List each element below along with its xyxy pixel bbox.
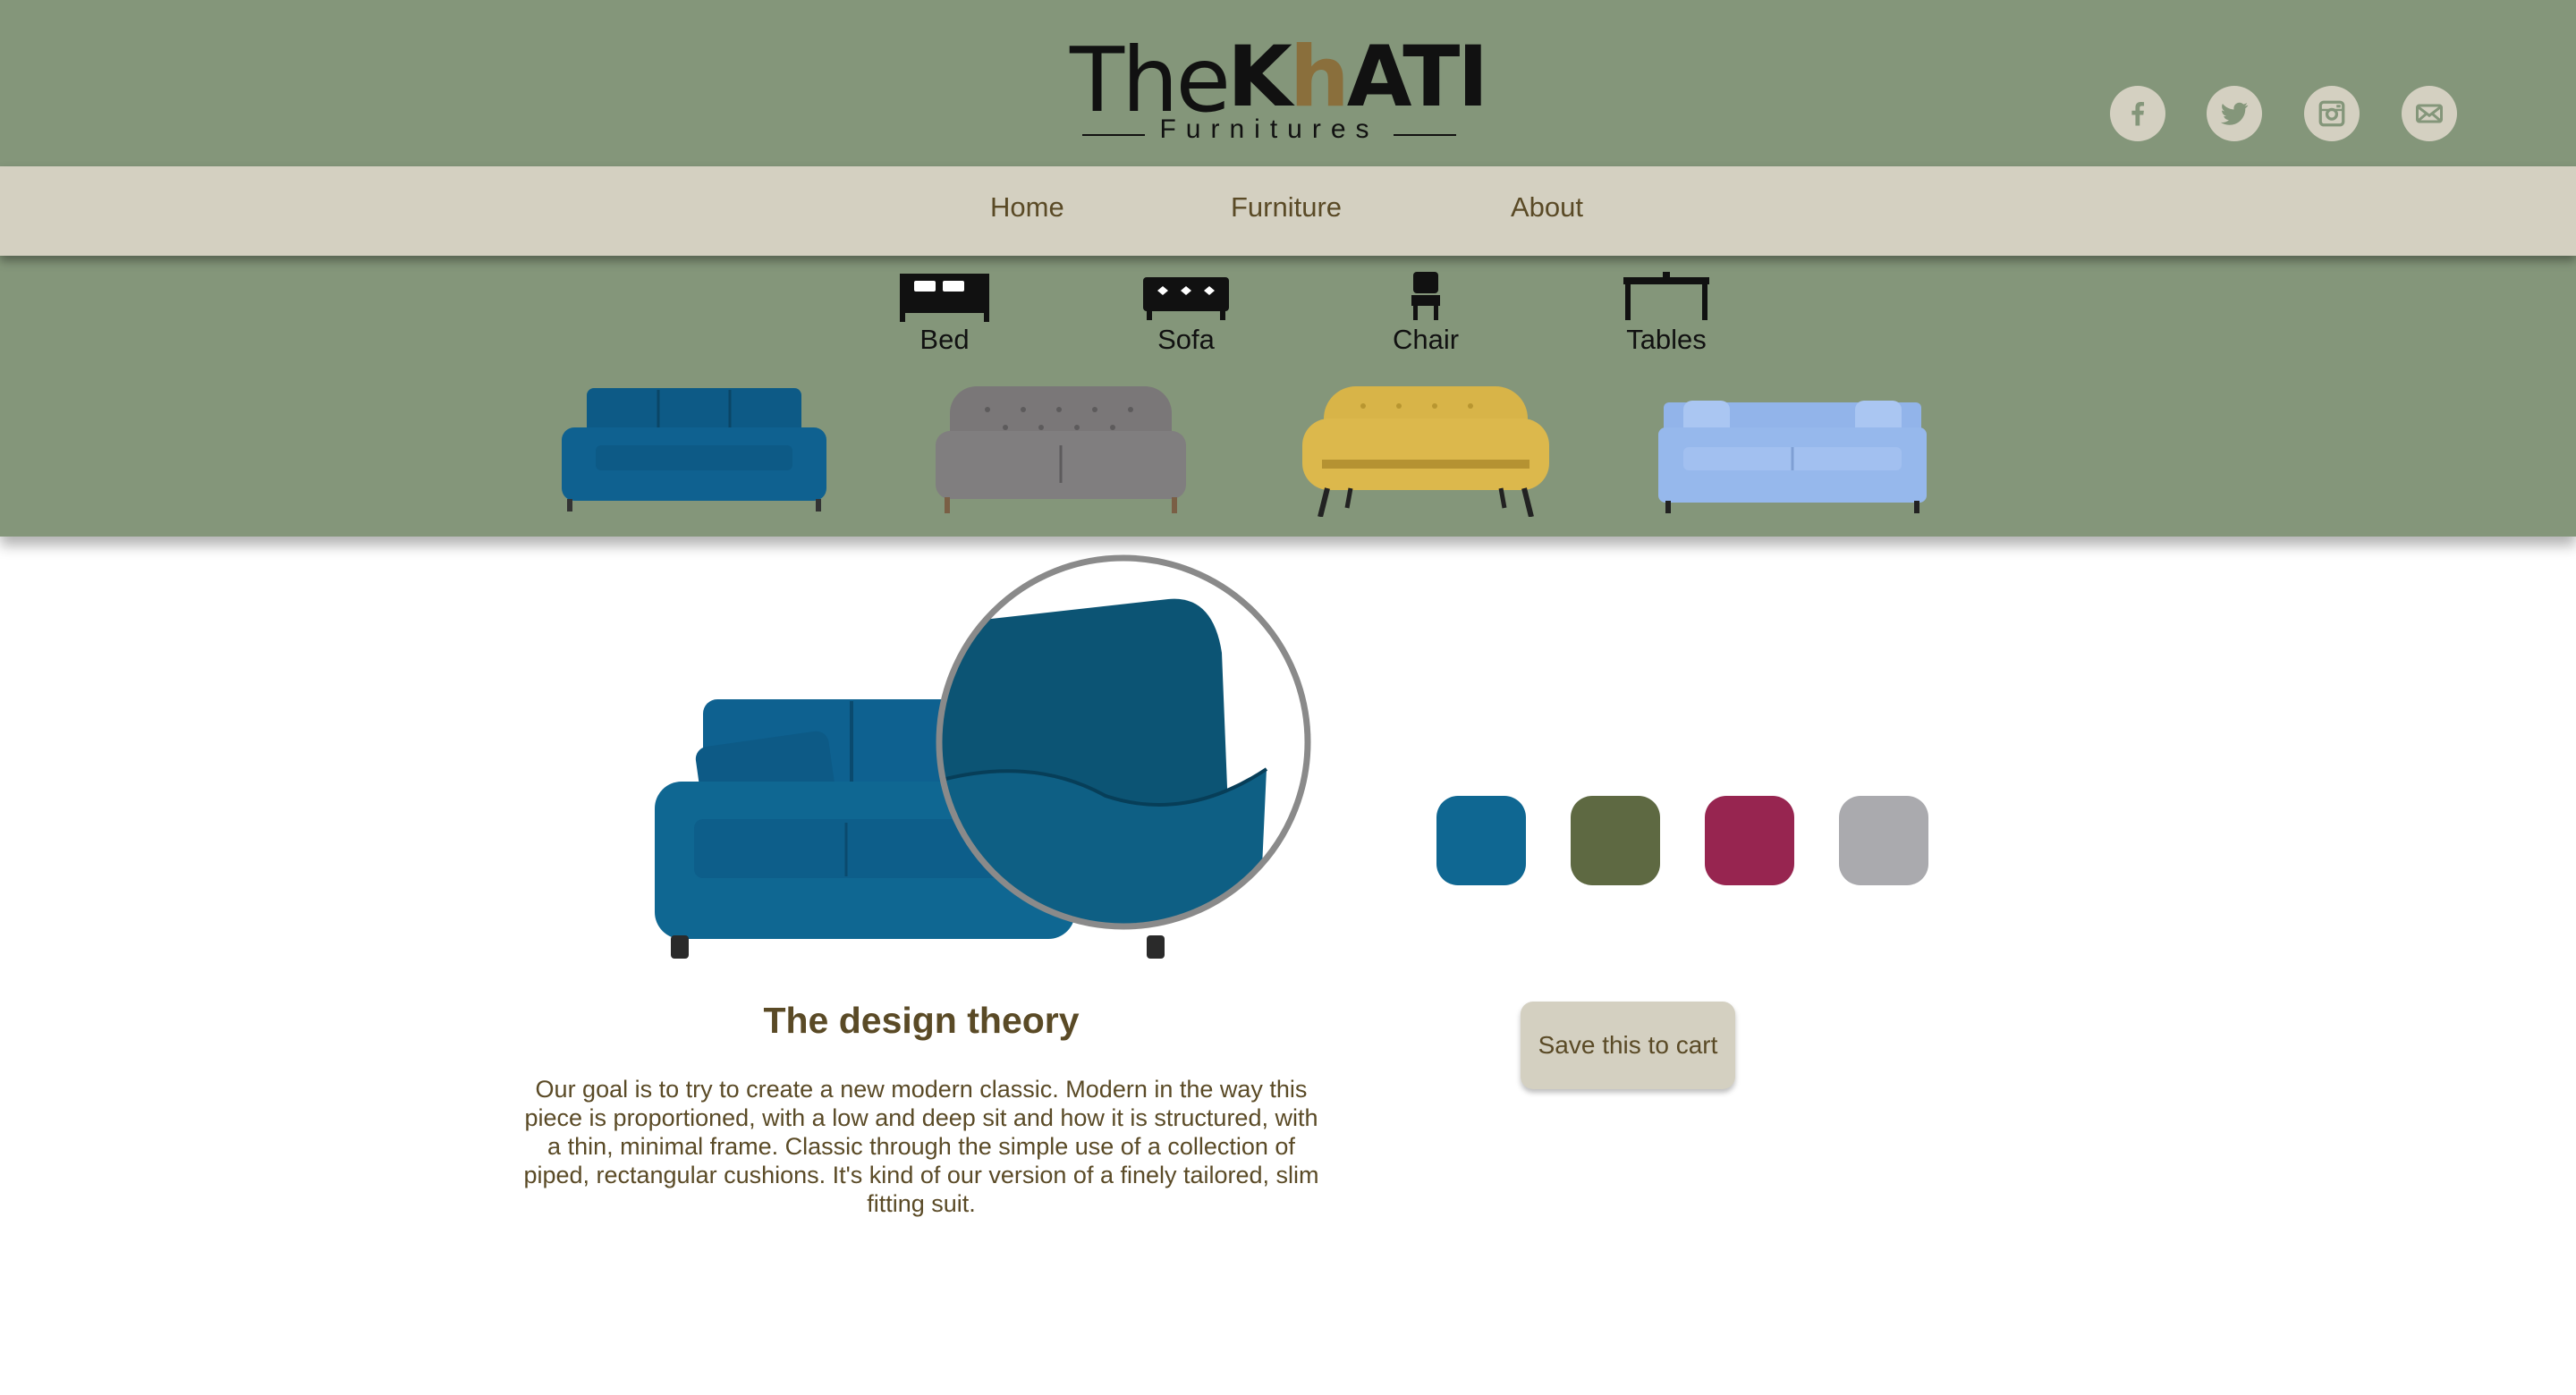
category-tables-label: Tables bbox=[1626, 324, 1707, 355]
logo-khati-text: KhATI bbox=[1227, 29, 1488, 126]
color-swatch-magenta[interactable] bbox=[1705, 796, 1794, 885]
category-bed-label: Bed bbox=[919, 324, 970, 355]
product-image-sofa[interactable] bbox=[649, 554, 1311, 966]
mail-icon[interactable] bbox=[2402, 86, 2457, 141]
sofa-thumbnail-lightblue[interactable] bbox=[1657, 383, 1928, 517]
table-icon bbox=[1623, 272, 1709, 320]
category-tables[interactable]: Tables bbox=[1595, 268, 1738, 356]
bed-icon bbox=[900, 274, 989, 322]
facebook-icon[interactable] bbox=[2110, 86, 2165, 141]
category-bed[interactable]: Bed bbox=[873, 268, 1016, 356]
category-chair-label: Chair bbox=[1392, 324, 1460, 355]
sofa-thumbnail-gray[interactable] bbox=[934, 383, 1188, 517]
sofa-thumbnail-blue[interactable] bbox=[560, 383, 828, 517]
logo-tagline: Furnitures bbox=[1159, 114, 1379, 144]
chair-icon bbox=[1411, 272, 1440, 320]
product-title: The design theory bbox=[763, 1000, 1080, 1041]
sofa-thumbnail-yellow[interactable] bbox=[1301, 383, 1551, 517]
category-sofa[interactable]: Sofa bbox=[1114, 268, 1258, 356]
save-to-cart-button[interactable]: Save this to cart bbox=[1521, 1002, 1735, 1089]
category-sofa-label: Sofa bbox=[1157, 324, 1215, 355]
color-swatch-gray[interactable] bbox=[1839, 796, 1928, 885]
brand-logo[interactable]: The KhATI Furnitures bbox=[1070, 5, 1488, 148]
twitter-icon[interactable] bbox=[2207, 86, 2262, 141]
logo-rule-right bbox=[1394, 134, 1456, 136]
product-description: Our goal is to try to create a new moder… bbox=[523, 1076, 1319, 1217]
nav-home[interactable]: Home bbox=[990, 191, 1064, 224]
logo-the-text: The bbox=[1070, 28, 1231, 132]
color-swatch-olive[interactable] bbox=[1571, 796, 1660, 885]
nav-furniture[interactable]: Furniture bbox=[1231, 191, 1342, 224]
category-band bbox=[0, 256, 2576, 537]
color-swatch-blue[interactable] bbox=[1436, 796, 1526, 885]
category-chair[interactable]: Chair bbox=[1354, 268, 1497, 356]
instagram-icon[interactable] bbox=[2304, 86, 2360, 141]
sofa-icon bbox=[1143, 277, 1229, 320]
nav-about[interactable]: About bbox=[1511, 191, 1583, 224]
